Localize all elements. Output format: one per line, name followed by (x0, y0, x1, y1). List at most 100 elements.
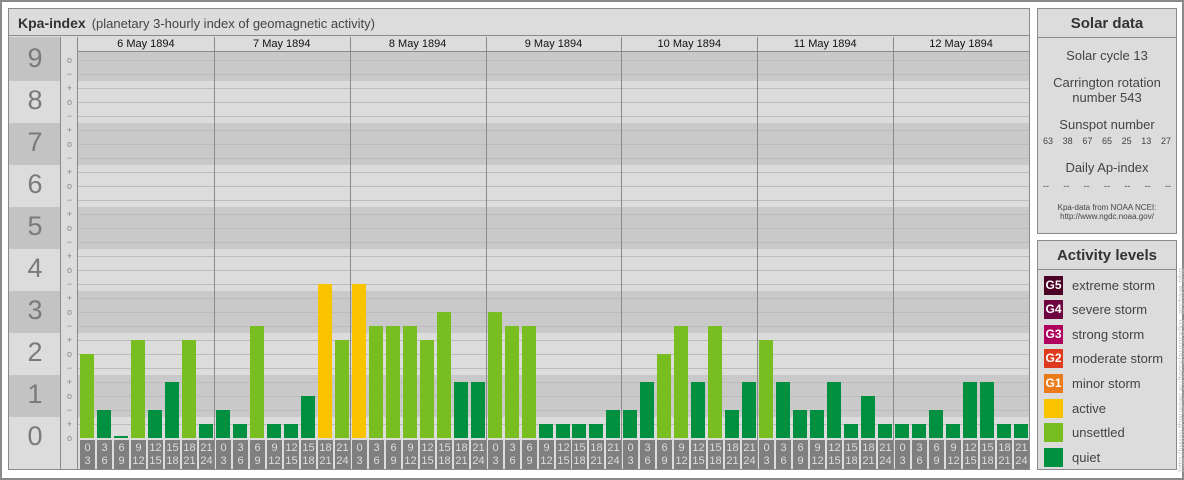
interval-label: 15 18 (708, 440, 723, 469)
interval-end: 6 (101, 455, 108, 467)
interval-label: 18 21 (861, 440, 876, 469)
grid-line (78, 158, 1029, 159)
sunspot-value: 63 (1043, 136, 1054, 146)
kp-bar (1014, 424, 1028, 438)
kp-bar (691, 382, 705, 438)
solar-data-heading: Solar data (1038, 9, 1176, 38)
interval-label: 9 12 (539, 440, 554, 469)
day-separator (893, 52, 894, 438)
interval-end: 15 (149, 455, 162, 467)
interval-end: 3 (84, 455, 91, 467)
interval-label: 18 21 (182, 440, 197, 469)
subtick-label: o (66, 391, 72, 401)
kp-bar (556, 424, 570, 438)
interval-end: 3 (356, 455, 363, 467)
kp-bar (131, 340, 145, 438)
interval-start: 9 (950, 442, 957, 454)
interval-start: 0 (627, 442, 634, 454)
interval-label: 03 (895, 440, 910, 469)
subtick-label: + (66, 335, 73, 345)
interval-end: 24 (200, 455, 213, 467)
interval-label: 21 24 (1014, 440, 1029, 469)
ap-value: -- (1124, 181, 1131, 191)
interval-label: 21 24 (199, 440, 214, 469)
interval-label: 21 24 (878, 440, 893, 469)
interval-label: 18 21 (997, 440, 1012, 469)
interval-start: 6 (526, 442, 533, 454)
interval-start: 15 (981, 442, 994, 454)
y-tick-label: 0 (27, 421, 43, 451)
grid-line (78, 256, 1029, 257)
interval-label: 15 18 (844, 440, 859, 469)
kp-bar (793, 410, 807, 438)
subtick-label: o (66, 223, 72, 233)
interval-label: 15 18 (437, 440, 452, 469)
interval-label: 18 21 (725, 440, 740, 469)
interval-end: 24 (607, 455, 620, 467)
interval-end: 18 (166, 455, 179, 467)
interval-start: 21 (1015, 442, 1028, 454)
interval-end: 24 (1015, 455, 1028, 467)
watermark: http://www.theusner.eu/terra/aurora/kp_a… (1176, 267, 1184, 472)
subtick-label: − (66, 321, 73, 331)
day-separator (350, 37, 351, 52)
interval-label: 21 24 (335, 440, 350, 469)
kp-bar (946, 424, 960, 438)
interval-label: 69 (522, 440, 537, 469)
chart-title: Kpa-index (planetary 3-hourly index of ge… (9, 9, 1029, 36)
plot-area (78, 52, 1029, 438)
subtick-label: o (66, 97, 72, 107)
legend-item: unsettled (1044, 423, 1125, 443)
grid-line (78, 368, 1029, 369)
subtick-label: o (66, 433, 72, 443)
source-link[interactable]: http://www.ngdc.noaa.gov/ (1038, 212, 1176, 221)
y-tick-label: 7 (27, 127, 43, 157)
interval-start: 18 (590, 442, 603, 454)
kp-bar (674, 326, 688, 438)
interval-end: 24 (472, 455, 485, 467)
subtick-label: + (66, 125, 73, 135)
interval-end: 6 (780, 455, 787, 467)
day-separator (621, 37, 622, 52)
kp-bar (335, 340, 349, 438)
sunspot-label: Sunspot number (1059, 117, 1155, 132)
day-separator (621, 52, 622, 438)
day-separator (757, 37, 758, 52)
legend-label: severe storm (1072, 302, 1148, 318)
legend-swatch (1044, 423, 1063, 443)
kp-bar (267, 424, 281, 438)
interval-label: 9 12 (131, 440, 146, 469)
subtick-label: − (66, 111, 73, 121)
interval-label: 69 (250, 440, 265, 469)
subtick-label: + (66, 167, 73, 177)
legend-label: strong storm (1072, 326, 1145, 342)
sunspot-value: 38 (1062, 136, 1073, 146)
kp-bar (861, 396, 875, 438)
interval-end: 12 (947, 455, 960, 467)
sunspot-value: 27 (1160, 136, 1171, 146)
interval-start: 15 (438, 442, 451, 454)
interval-start: 21 (879, 442, 892, 454)
y-tick-label: 8 (27, 85, 43, 115)
date-label: 12 May 1894 (929, 38, 993, 50)
interval-label: 21 24 (606, 440, 621, 469)
grid-line (78, 214, 1029, 215)
interval-start: 21 (200, 442, 213, 454)
grid-line (78, 144, 1029, 145)
grid-line (78, 396, 1029, 397)
legend-swatch (1044, 447, 1063, 467)
kp-bar (471, 382, 485, 438)
interval-end: 21 (726, 455, 739, 467)
kp-bar (301, 396, 315, 438)
day-separator (486, 52, 487, 438)
interval-start: 15 (709, 442, 722, 454)
kp-bar (539, 424, 553, 438)
kp-bar (572, 424, 586, 438)
legend-swatch: G1 (1044, 373, 1063, 393)
y-tick-label: 1 (27, 379, 43, 409)
interval-label: 69 (657, 440, 672, 469)
grid-line (78, 88, 1029, 89)
interval-start: 9 (814, 442, 821, 454)
interval-label: 36 (640, 440, 655, 469)
interval-end: 18 (438, 455, 451, 467)
